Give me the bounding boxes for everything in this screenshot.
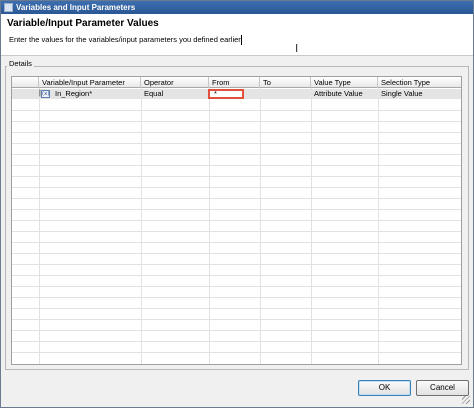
- window-icon: [4, 3, 13, 12]
- grid-lines: [12, 77, 461, 364]
- cell-from-input[interactable]: *: [208, 89, 244, 99]
- cell-operator[interactable]: Equal: [141, 89, 209, 99]
- variable-icon: (x): [41, 90, 50, 98]
- cell-to[interactable]: [260, 89, 311, 99]
- column-header-variable[interactable]: Variable/Input Parameter: [39, 77, 141, 88]
- cell-value-type[interactable]: Attribute Value: [311, 89, 378, 99]
- column-header-to[interactable]: To: [260, 77, 311, 88]
- column-header-from[interactable]: From: [209, 77, 260, 88]
- details-legend: Details: [7, 59, 34, 69]
- resize-grip-icon[interactable]: [462, 396, 470, 404]
- parameters-table[interactable]: Variable/Input Parameter Operator From T…: [11, 76, 462, 365]
- cancel-button[interactable]: Cancel: [416, 380, 469, 396]
- window-title: Variables and Input Parameters: [16, 3, 136, 12]
- text-caret: [241, 35, 242, 45]
- column-header-value-type[interactable]: Value Type: [311, 77, 378, 88]
- header-row-selector[interactable]: [12, 77, 39, 88]
- column-header-operator[interactable]: Operator: [141, 77, 209, 88]
- ok-button[interactable]: OK: [358, 380, 411, 396]
- cell-selection-type[interactable]: Single Value: [378, 89, 461, 99]
- title-bar[interactable]: Variables and Input Parameters: [1, 1, 473, 14]
- table-header: Variable/Input Parameter Operator From T…: [12, 77, 461, 88]
- table-row[interactable]: | (x) In_Region* Equal * Attribute Value…: [12, 89, 461, 99]
- cell-variable[interactable]: In_Region*: [52, 89, 140, 99]
- page-title: Variable/Input Parameter Values: [7, 18, 159, 29]
- column-header-selection-type[interactable]: Selection Type: [378, 77, 461, 88]
- dialog-window: Variables and Input Parameters Variable/…: [0, 0, 474, 408]
- dialog-header: Variable/Input Parameter Values Enter th…: [1, 14, 473, 56]
- page-description: Enter the values for the variables/input…: [9, 35, 241, 44]
- ibeam-cursor-icon: I: [295, 42, 299, 55]
